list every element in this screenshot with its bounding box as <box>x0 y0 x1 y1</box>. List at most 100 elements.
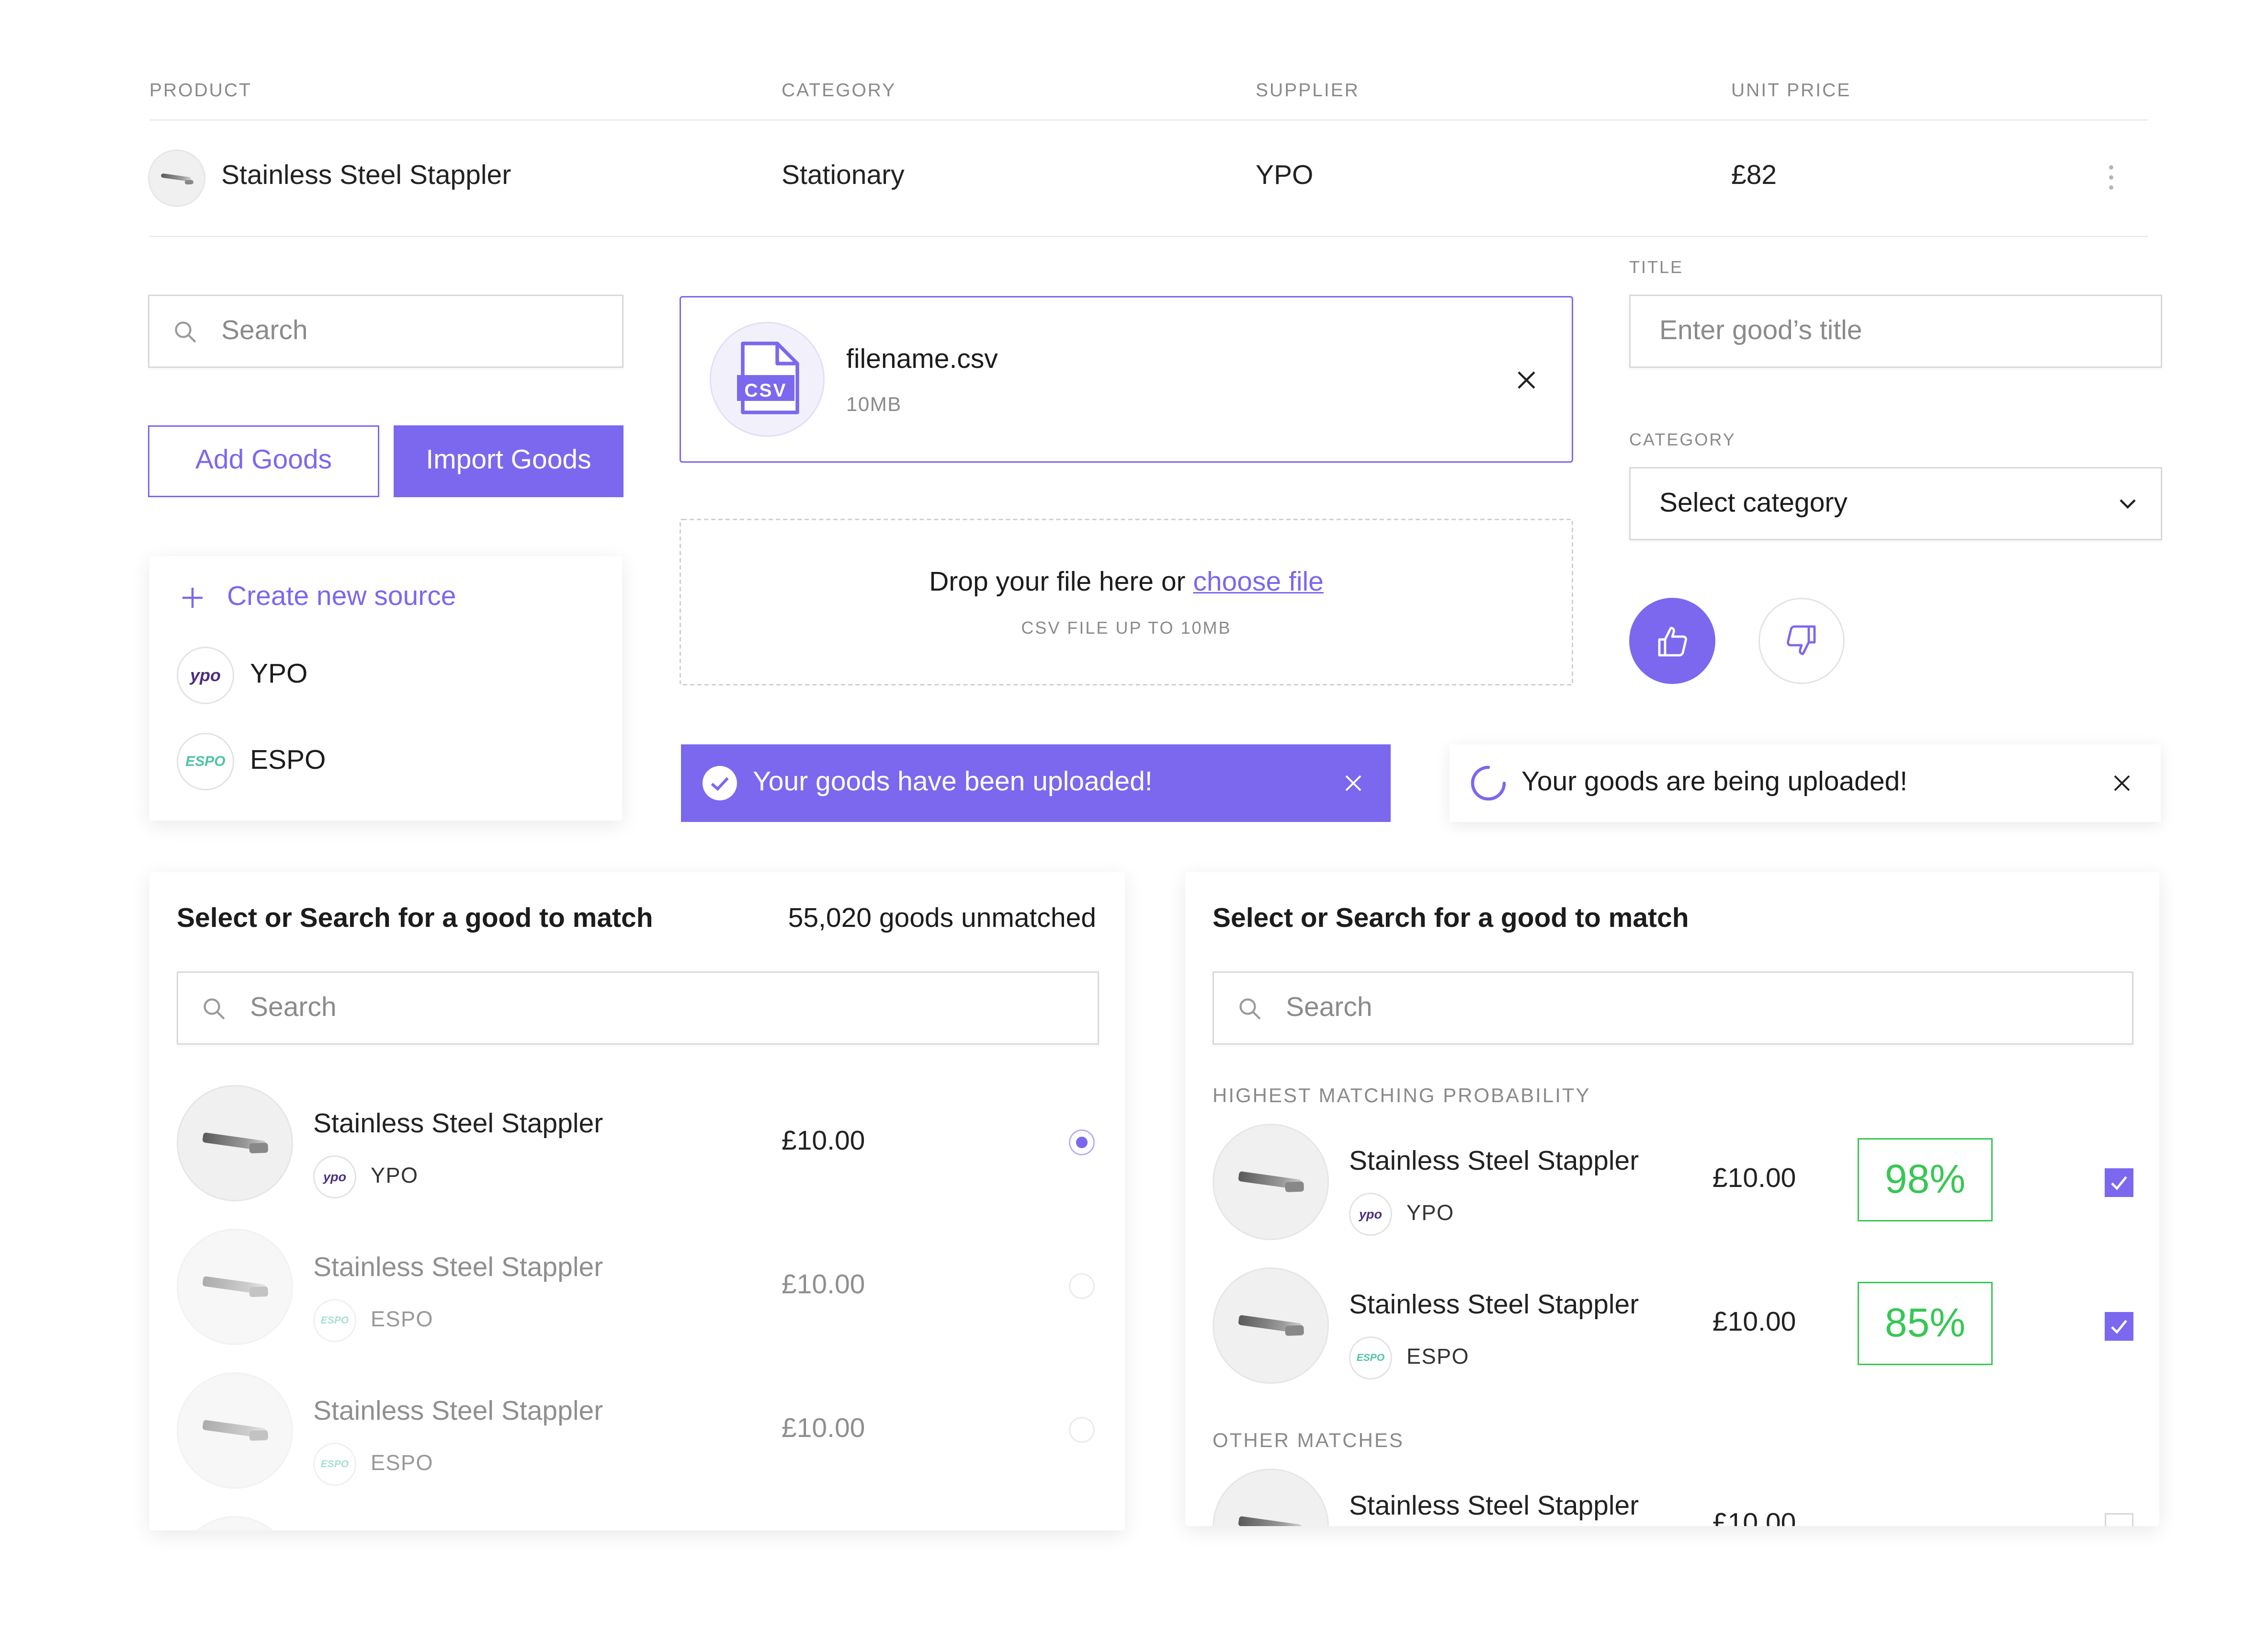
product-name: Stainless Steel Stappler <box>313 1253 603 1283</box>
product-name: Stainless Steel Stappler <box>1349 1147 1639 1177</box>
chevron-down-icon <box>2120 499 2136 509</box>
title-label: TITLE <box>1629 257 1684 277</box>
unmatched-count: 55,020 goods unmatched <box>788 904 1096 934</box>
espo-logo: ESPO <box>313 1443 356 1486</box>
thumbs-down-button[interactable] <box>1758 598 1845 684</box>
search-input[interactable]: Search <box>148 295 624 368</box>
loading-toast: Your goods are being uploaded! <box>1450 744 2161 822</box>
column-header-supplier[interactable]: SUPPLIER <box>1256 79 1360 101</box>
search-input[interactable]: Search <box>1213 971 2133 1045</box>
product-unit-price: £82 <box>1731 161 1777 191</box>
column-header-category[interactable]: CATEGORY <box>782 79 896 101</box>
match-checkbox[interactable] <box>2105 1312 2133 1341</box>
espo-logo: ESPO <box>1349 1336 1392 1380</box>
product-price: £10.00 <box>782 1270 865 1300</box>
ypo-logo: ypo <box>177 647 234 704</box>
title-input[interactable]: Enter good’s title <box>1629 295 2162 368</box>
product-name: Stainless Steel Stappler <box>1349 1290 1639 1321</box>
match-probability-badge: 98% <box>1858 1138 1993 1221</box>
source-label: YPO <box>250 660 308 690</box>
divider <box>149 119 2148 121</box>
dropzone-text: Drop your file here or choose file <box>681 568 1572 599</box>
match-checkbox[interactable] <box>2105 1513 2133 1526</box>
select-radio[interactable] <box>1069 1273 1095 1299</box>
product-thumbnail <box>148 149 205 207</box>
import-goods-button[interactable]: Import Goods <box>394 425 624 497</box>
ypo-logo: ypo <box>313 1155 356 1198</box>
source-item-espo[interactable]: ESPO ESPO <box>177 733 326 790</box>
csv-label: CSV <box>744 379 787 401</box>
product-name: Stainless Steel Stappler <box>221 161 511 191</box>
panel-title: Select or Search for a good to match <box>177 904 653 934</box>
loading-toast-text: Your goods are being uploaded! <box>1521 767 1908 798</box>
ypo-logo: ypo <box>1349 1193 1392 1236</box>
check-circle-icon <box>703 766 737 800</box>
supplier-name: ESPO <box>371 1308 434 1332</box>
dropzone-label: Drop your file here or <box>929 568 1186 598</box>
category-label: CATEGORY <box>1629 430 1736 450</box>
category-value: Select category <box>1659 488 1848 518</box>
supplier-name: YPO <box>371 1164 419 1188</box>
product-supplier: YPO <box>1256 161 1314 191</box>
check-icon <box>2111 1320 2127 1334</box>
match-panel-left: Select or Search for a good to match 55,… <box>149 872 1125 1530</box>
list-item[interactable]: Stainless Steel Stappler ESPO ESPO £10.0… <box>1185 1267 2159 1385</box>
source-item-ypo[interactable]: ypo YPO <box>177 647 307 704</box>
search-placeholder: Search <box>221 315 308 346</box>
list-item[interactable]: Stainless Steel Stappler £10.00 <box>1185 1469 2159 1526</box>
dropzone-hint: CSV FILE UP TO 10MB <box>1021 618 1232 638</box>
thumbs-up-button[interactable] <box>1629 598 1715 684</box>
product-name: Stainless Steel Stappler <box>313 1109 603 1140</box>
product-price: £10.00 <box>1712 1509 1796 1526</box>
thumbs-up-icon <box>1658 627 1687 657</box>
more-options-icon[interactable] <box>2106 165 2115 194</box>
create-source-item[interactable]: Create new source <box>181 582 456 614</box>
product-price: £10.00 <box>782 1127 865 1157</box>
list-item[interactable]: Stainless Steel Stappler ypo YPO £10.00 … <box>1185 1124 2159 1242</box>
product-thumbnail <box>177 1372 293 1489</box>
category-select[interactable]: Select category <box>1629 467 2162 540</box>
csv-file-icon: CSV <box>710 322 825 437</box>
product-thumbnail <box>1213 1267 1329 1384</box>
panel-title: Select or Search for a good to match <box>1213 904 1689 934</box>
supplier-name: ESPO <box>1406 1345 1470 1369</box>
create-source-label: Create new source <box>227 582 456 612</box>
close-icon[interactable] <box>1517 371 1536 389</box>
search-icon <box>204 997 225 1019</box>
list-item[interactable]: Stainless Steel Stappler ypo YPO £10.00 <box>149 1085 1125 1203</box>
search-input[interactable]: Search <box>177 971 1099 1045</box>
product-name: Stainless Steel Stappler <box>1349 1492 1639 1522</box>
select-radio[interactable] <box>1069 1417 1095 1443</box>
match-probability-badge: 85% <box>1858 1282 1993 1365</box>
select-radio[interactable] <box>1069 1129 1095 1155</box>
file-dropzone[interactable]: Drop your file here or choose file CSV F… <box>680 519 1573 685</box>
source-dropdown: Create new source ypo YPO ESPO ESPO <box>149 556 622 821</box>
section-label-other: OTHER MATCHES <box>1213 1428 1404 1451</box>
search-icon <box>175 320 196 342</box>
title-placeholder: Enter good’s title <box>1659 315 1862 346</box>
search-placeholder: Search <box>1286 992 1372 1023</box>
section-label-highest: HIGHEST MATCHING PROBABILITY <box>1213 1084 1591 1106</box>
column-header-unit-price[interactable]: UNIT PRICE <box>1731 79 1851 101</box>
product-thumbnail <box>1213 1124 1329 1240</box>
check-icon <box>2111 1176 2127 1190</box>
add-goods-button[interactable]: Add Goods <box>148 425 379 497</box>
close-icon[interactable] <box>1345 775 1362 792</box>
product-price: £10.00 <box>1712 1164 1796 1194</box>
success-toast: Your goods have been uploaded! <box>681 744 1391 822</box>
choose-file-link[interactable]: choose file <box>1193 568 1324 598</box>
list-item[interactable]: Stainless Steel Stappler ESPO ESPO £10.0… <box>149 1229 1125 1346</box>
list-item[interactable]: Stainless Steel Stappler ESPO ESPO £10.0… <box>149 1372 1125 1490</box>
thumbs-down-icon <box>1787 625 1816 655</box>
uploaded-file-card: CSV filename.csv 10MB <box>680 296 1573 463</box>
product-name: Stainless Steel Stappler <box>313 1397 603 1427</box>
match-checkbox[interactable] <box>2105 1168 2133 1197</box>
search-icon <box>1239 997 1261 1019</box>
close-icon[interactable] <box>2113 775 2131 792</box>
product-thumbnail <box>1213 1469 1329 1526</box>
column-header-product[interactable]: PRODUCT <box>149 79 252 101</box>
source-label: ESPO <box>250 746 326 776</box>
espo-logo: ESPO <box>177 733 234 790</box>
product-thumbnail <box>177 1085 293 1201</box>
spinner-icon <box>1471 765 1506 801</box>
